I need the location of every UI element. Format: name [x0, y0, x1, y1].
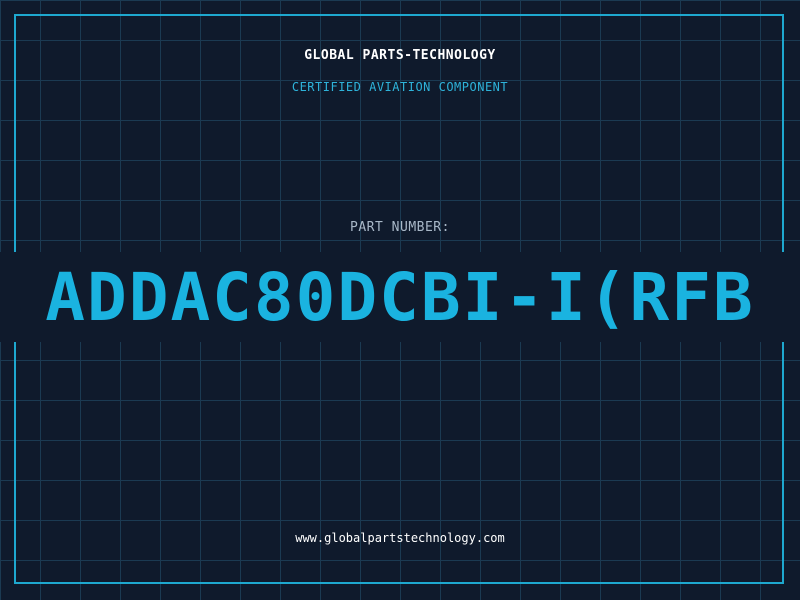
part-number-label: PART NUMBER:: [350, 220, 450, 235]
part-number-value: ADDAC80DCBI-I(RFB: [45, 259, 755, 336]
certificate-page: GLOBAL PARTS-TECHNOLOGY CERTIFIED AVIATI…: [0, 0, 800, 600]
website-url: www.globalpartstechnology.com: [295, 531, 505, 545]
certification-subtitle: CERTIFIED AVIATION COMPONENT: [291, 80, 509, 94]
company-name: GLOBAL PARTS-TECHNOLOGY: [304, 48, 496, 63]
